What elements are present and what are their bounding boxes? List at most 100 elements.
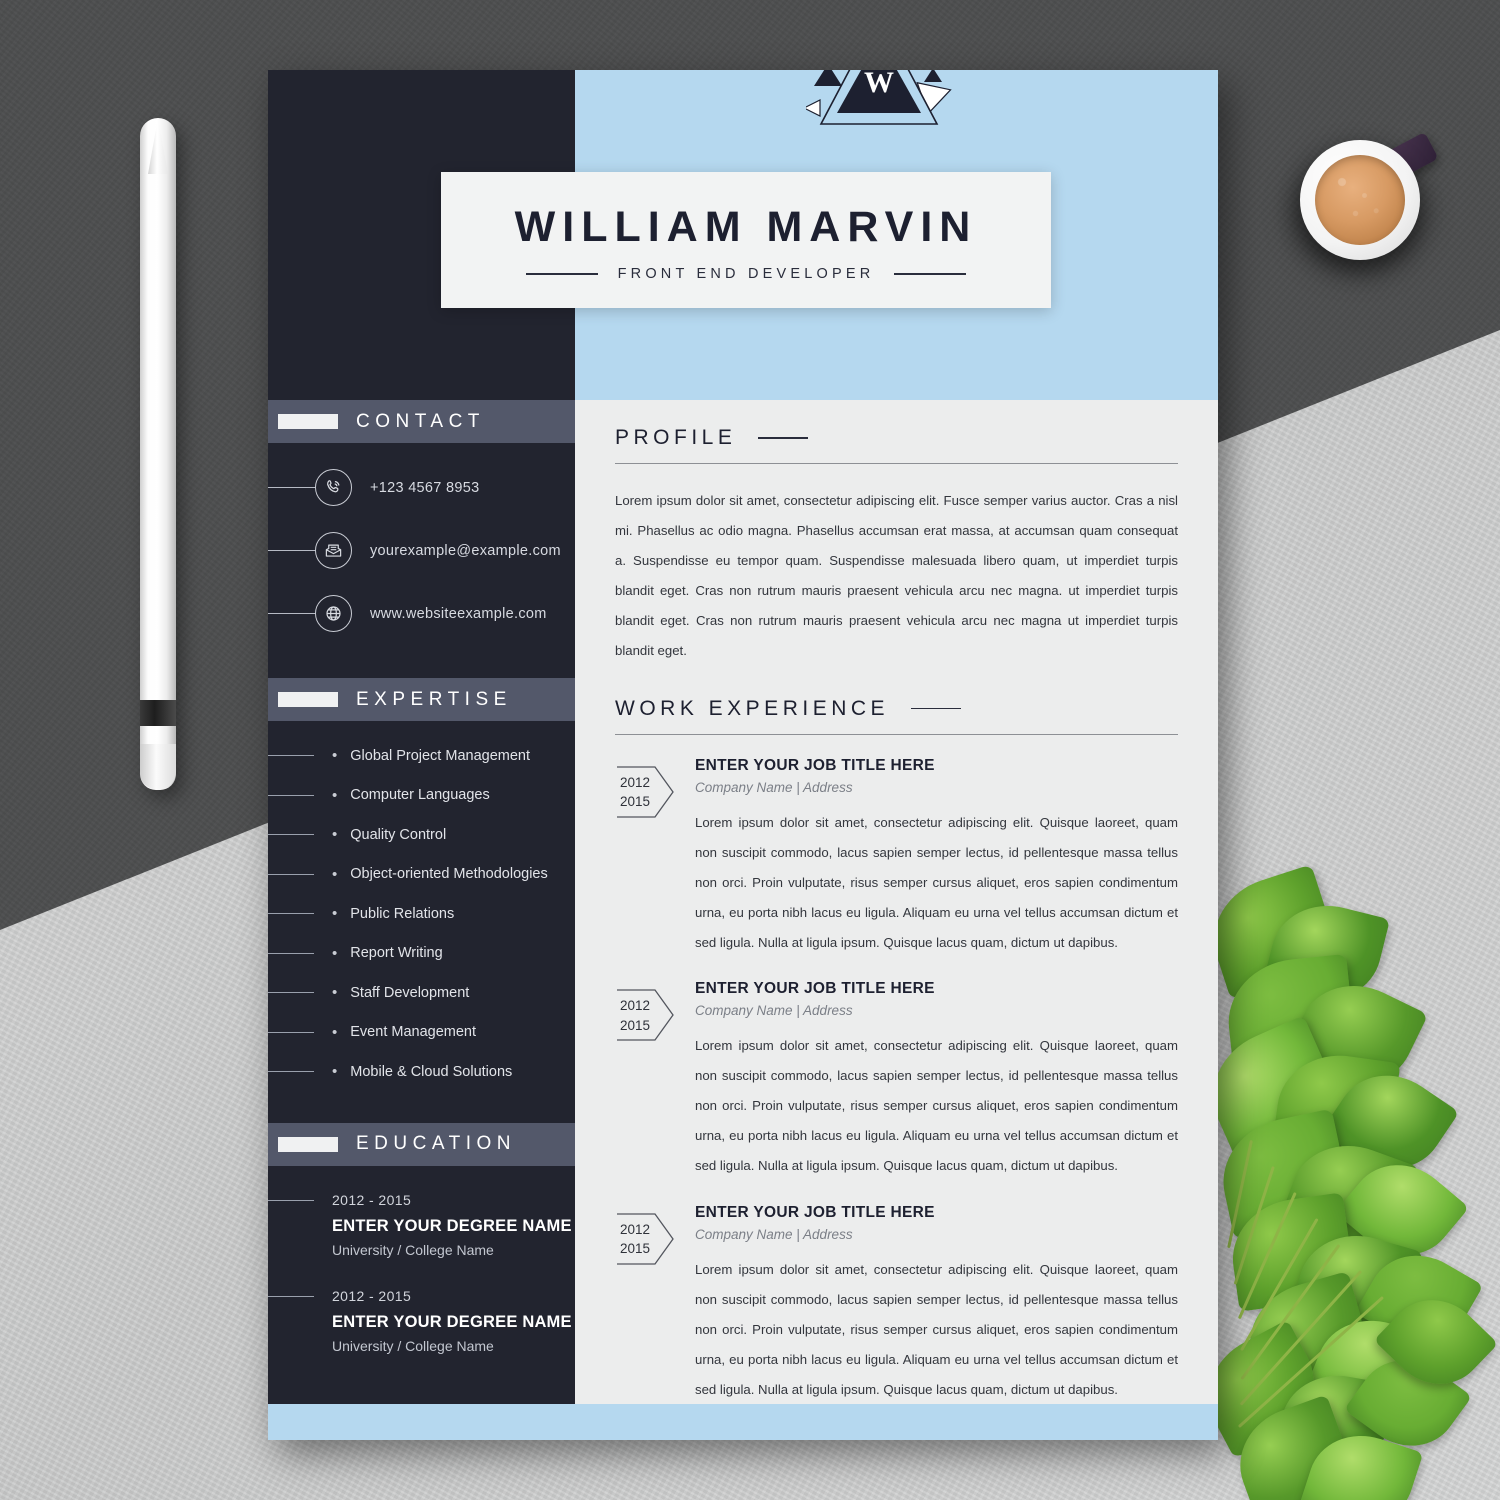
work-item-body: ENTER YOUR JOB TITLE HERE Company Name | … <box>677 980 1178 1181</box>
bullet-icon: • <box>332 826 338 844</box>
year-start: 2012 <box>620 998 651 1014</box>
connector-line <box>268 952 314 954</box>
resume-page: CONTACT +123 4567 8953 yourexample@examp… <box>268 70 1218 1440</box>
date-badge: 2012 2015 <box>615 984 677 1046</box>
section-title-profile: PROFILE <box>615 426 737 449</box>
education-degree: ENTER YOUR DEGREE NAME <box>332 1313 572 1332</box>
education-year-row: 2012 - 2015 <box>268 1192 575 1208</box>
expertise-item[interactable]: • Computer Languages <box>268 787 575 804</box>
footer-accent-bar <box>268 1404 1218 1440</box>
connector-line <box>268 913 314 915</box>
year-end: 2015 <box>620 1017 651 1033</box>
connector-line <box>268 1295 314 1297</box>
profile-text: Lorem ipsum dolor sit amet, consectetur … <box>615 493 1178 659</box>
connector-line <box>268 1031 314 1033</box>
contact-item-email[interactable]: yourexample@example.com <box>268 532 575 570</box>
education-years: 2012 - 2015 <box>332 1192 412 1209</box>
job-title: ENTER YOUR JOB TITLE HERE <box>695 1203 935 1221</box>
connector-line <box>268 550 316 552</box>
education-school: University / College Name <box>332 1338 494 1355</box>
bullet-icon: • <box>332 865 338 883</box>
job-description: Lorem ipsum dolor sit amet, consectetur … <box>695 1038 1178 1174</box>
contact-item-phone[interactable]: +123 4567 8953 <box>268 469 575 507</box>
expertise-label: Object-oriented Methodologies <box>350 866 548 883</box>
job-title: ENTER YOUR JOB TITLE HERE <box>695 756 935 774</box>
connector-line <box>268 794 314 796</box>
connector-line <box>268 1071 314 1073</box>
expertise-item[interactable]: • Global Project Management <box>268 747 575 764</box>
expertise-item[interactable]: • Report Writing <box>268 945 575 962</box>
connector-line <box>268 487 316 489</box>
stylus-band <box>140 700 176 726</box>
accent-bar-icon <box>278 1136 338 1152</box>
stylus-body <box>140 118 176 790</box>
coffee-crema <box>1315 155 1405 245</box>
section-title-expertise: EXPERTISE <box>356 688 512 710</box>
date-badge-years: 2012 2015 <box>620 773 650 812</box>
rule-right <box>894 273 967 275</box>
divider <box>615 463 1178 464</box>
work-item-body: ENTER YOUR JOB TITLE HERE Company Name | … <box>677 757 1178 958</box>
hero-banner: W WILLIAM MARVIN FRONT END DEVELOPER <box>441 70 1218 400</box>
resume-columns: CONTACT +123 4567 8953 yourexample@examp… <box>268 70 1218 1404</box>
section-header-expertise: EXPERTISE <box>268 678 575 722</box>
expertise-label: Staff Development <box>350 984 470 1001</box>
bullet-icon: • <box>332 747 338 765</box>
bullet-icon: • <box>332 1063 338 1081</box>
section-title-contact: CONTACT <box>356 410 485 432</box>
rule-left <box>525 273 598 275</box>
work-experience-item[interactable]: 2012 2015 ENTER YOUR JOB TITLE HERE Company… <box>615 1204 1178 1405</box>
expertise-label: Event Management <box>350 1024 477 1041</box>
logo-emblem: W <box>802 70 952 136</box>
section-header-contact: CONTACT <box>268 400 575 444</box>
contact-value-phone: +123 4567 8953 <box>370 479 480 496</box>
date-badge: 2012 2015 <box>615 1208 677 1270</box>
expertise-item[interactable]: • Mobile & Cloud Solutions <box>268 1063 575 1080</box>
expertise-label: Computer Languages <box>350 787 490 804</box>
expertise-item[interactable]: • Event Management <box>268 1024 575 1041</box>
education-years: 2012 - 2015 <box>332 1288 412 1305</box>
work-experience-list: 2012 2015 ENTER YOUR JOB TITLE HERE Company… <box>615 757 1178 1405</box>
contact-value-email: yourexample@example.com <box>370 542 561 559</box>
year-end: 2015 <box>620 794 651 810</box>
education-year-row: 2012 - 2015 <box>268 1288 575 1304</box>
connector-line <box>268 873 314 875</box>
divider <box>615 733 1178 735</box>
job-company: Company Name | Address <box>695 1226 853 1242</box>
year-end: 2015 <box>620 1241 651 1257</box>
expertise-item[interactable]: • Quality Control <box>268 826 575 843</box>
connector-line <box>268 1199 314 1201</box>
expertise-item[interactable]: • Object-oriented Methodologies <box>268 866 575 883</box>
education-item[interactable]: 2012 - 2015 ENTER YOUR DEGREE NAME Univers… <box>268 1288 575 1354</box>
mail-icon <box>315 532 352 570</box>
contact-item-website[interactable]: www.websiteexample.com <box>268 595 575 633</box>
connector-line <box>268 992 314 994</box>
job-role: FRONT END DEVELOPER <box>617 266 875 282</box>
connector-line <box>268 755 314 757</box>
education-item[interactable]: 2012 - 2015 ENTER YOUR DEGREE NAME Univers… <box>268 1192 575 1258</box>
bullet-icon: • <box>332 984 338 1002</box>
section-title-work: WORK EXPERIENCE <box>615 696 890 720</box>
date-badge-years: 2012 2015 <box>620 1220 650 1259</box>
name-card: WILLIAM MARVIN FRONT END DEVELOPER <box>441 172 1051 308</box>
bullet-icon: • <box>332 1023 338 1041</box>
work-experience-item[interactable]: 2012 2015 ENTER YOUR JOB TITLE HERE Company… <box>615 980 1178 1181</box>
section-header-work: WORK EXPERIENCE <box>615 697 1178 721</box>
work-experience-item[interactable]: 2012 2015 ENTER YOUR JOB TITLE HERE Company… <box>615 757 1178 958</box>
title-dash-icon <box>911 707 962 710</box>
monogram-letter: W <box>864 70 894 99</box>
expertise-item[interactable]: • Public Relations <box>268 905 575 922</box>
connector-line <box>268 613 316 615</box>
main-column: W WILLIAM MARVIN FRONT END DEVELOPER PRO… <box>441 70 1218 1404</box>
phone-icon <box>315 469 352 507</box>
role-row: FRONT END DEVELOPER <box>441 266 1051 282</box>
contact-value-website: www.websiteexample.com <box>370 605 547 622</box>
accent-bar-icon <box>278 692 338 708</box>
contact-list: +123 4567 8953 yourexample@example.com w… <box>268 443 575 678</box>
main-content: PROFILE Lorem ipsum dolor sit amet, cons… <box>575 400 1218 1404</box>
section-header-education: EDUCATION <box>268 1122 575 1167</box>
year-start: 2012 <box>620 774 651 790</box>
education-school: University / College Name <box>332 1242 494 1259</box>
section-title-education: EDUCATION <box>356 1133 516 1155</box>
expertise-item[interactable]: • Staff Development <box>268 984 575 1001</box>
